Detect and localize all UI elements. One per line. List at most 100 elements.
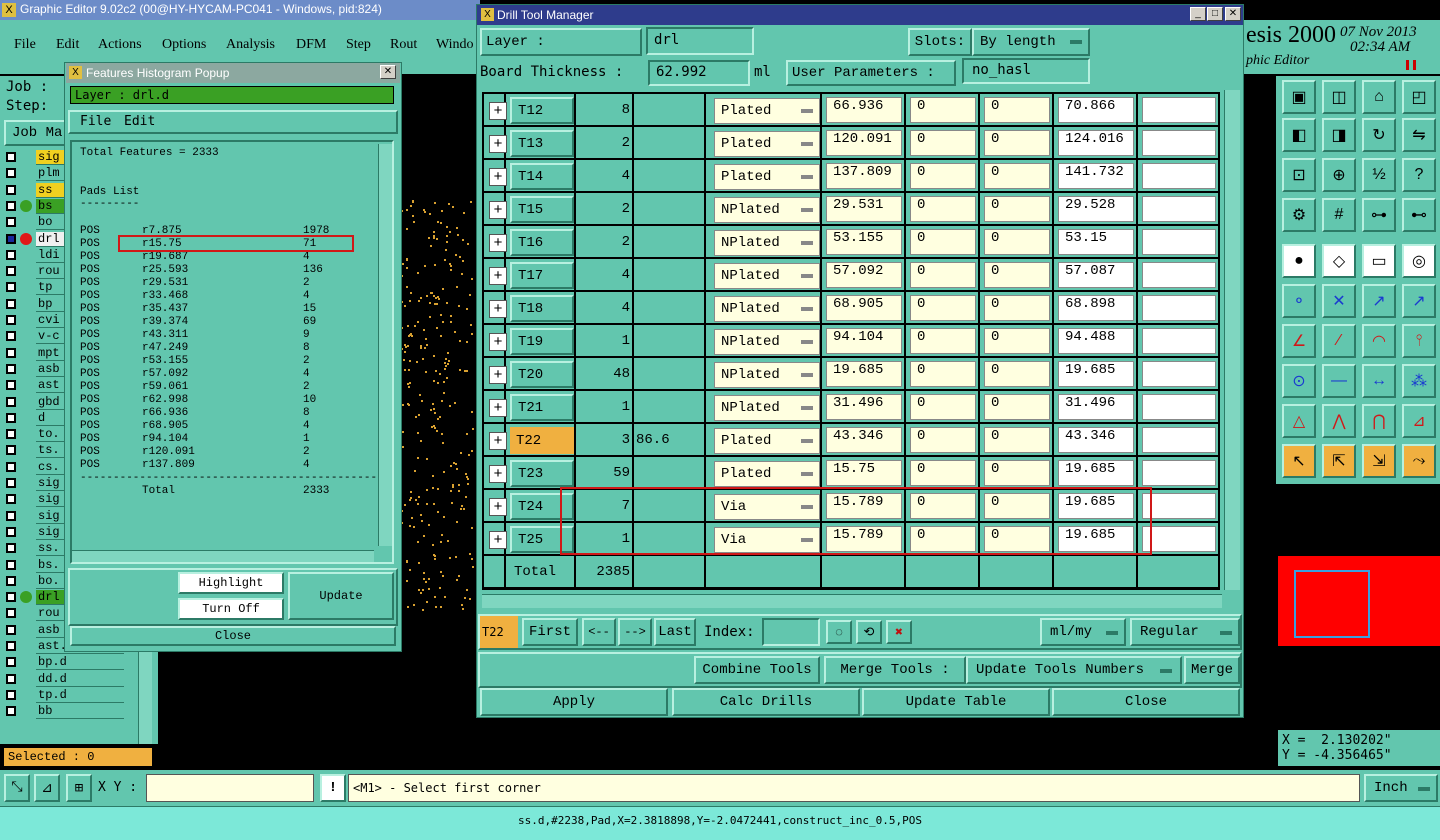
bit-field[interactable] [1142,163,1216,189]
layer-checkbox[interactable] [6,510,16,521]
arrow-diag-icon[interactable]: ↗ [1402,284,1436,318]
layer-checkbox[interactable] [6,657,16,668]
layer-row[interactable]: bb [6,704,124,720]
finish-size-field[interactable]: 15.75 [826,460,902,486]
layer-checkbox[interactable] [6,689,16,700]
finish-size-field[interactable]: 57.092 [826,262,902,288]
last-button[interactable]: Last [654,618,696,646]
drill-size-field[interactable]: 94.488 [1058,328,1134,354]
minus-tolerance-field[interactable]: 0 [984,196,1050,222]
menu-dfm[interactable]: DFM [296,37,326,53]
slots-dropdown[interactable]: By length [972,28,1090,56]
layer-checkbox[interactable] [6,526,16,537]
drill-size-field[interactable]: 31.496 [1058,394,1134,420]
minus-tolerance-field[interactable]: 0 [984,130,1050,156]
minus-tolerance-field[interactable]: 0 [984,229,1050,255]
expand-plus-icon[interactable]: + [489,102,507,120]
mode-dropdown[interactable]: Regular [1130,618,1240,646]
tool-button[interactable]: T17 [510,262,574,289]
circle-select-icon[interactable]: ◎ [1402,244,1436,278]
layer-checkbox[interactable] [6,315,16,325]
expand-plus-icon[interactable]: + [489,168,507,186]
bit-field[interactable] [1142,130,1216,156]
layer-checkbox[interactable] [6,363,16,374]
hole-type-dropdown[interactable]: NPlated [714,296,820,322]
finish-size-field[interactable]: 31.496 [826,394,902,420]
layer-checkbox[interactable] [6,347,16,358]
tool-button[interactable]: T20 [510,361,574,388]
hole-type-dropdown[interactable]: NPlated [714,395,820,421]
bulb-icon[interactable]: ◌ [826,620,852,644]
thickness-field[interactable]: 62.992 [648,60,750,86]
scale-1-2-icon[interactable]: ½ [1362,158,1396,192]
expand-plus-icon[interactable]: + [489,201,507,219]
zoom-icon[interactable]: ⊕ [1322,158,1356,192]
histogram-close-icon[interactable]: ✕ [380,65,396,79]
layer-checkbox[interactable] [6,249,16,260]
layer-checkbox[interactable] [6,608,16,619]
histogram-vscroll[interactable] [378,144,392,546]
expand-plus-icon[interactable]: + [489,531,507,549]
histogram-menu-edit[interactable]: Edit [124,114,155,129]
menu-actions[interactable]: Actions [98,37,142,53]
finish-size-field[interactable]: 29.531 [826,196,902,222]
bit-field[interactable] [1142,229,1216,255]
histogram-menu-file[interactable]: File [80,114,111,129]
layer-checkbox[interactable] [6,168,16,179]
bit-field[interactable] [1142,493,1216,519]
fit-icon[interactable]: ⊡ [1282,158,1316,192]
tool-button[interactable]: T14 [510,163,574,190]
prev-button[interactable]: <-- [582,618,616,646]
menu-step[interactable]: Step [346,37,371,53]
minus-tolerance-field[interactable]: 0 [984,460,1050,486]
node-icon[interactable]: ⊙ [1282,364,1316,398]
bit-field[interactable] [1142,394,1216,420]
bit-field[interactable] [1142,262,1216,288]
expand-plus-icon[interactable]: + [489,465,507,483]
combine-tools-button[interactable]: Combine Tools [694,656,820,684]
finish-size-field[interactable]: 120.091 [826,130,902,156]
finish-size-field[interactable]: 94.104 [826,328,902,354]
grid-icon[interactable]: # [1322,198,1356,232]
layer-checkbox[interactable] [6,266,16,277]
update-table-button[interactable]: Update Table [862,688,1050,716]
tool-button[interactable]: T16 [510,229,574,256]
histogram-update-button[interactable]: Update [288,572,394,620]
tool-button[interactable]: T23 [510,460,574,487]
drill-table-hscroll[interactable] [482,594,1222,608]
bit-field[interactable] [1142,526,1216,552]
layer-checkbox[interactable] [6,380,16,391]
histogram-title-bar[interactable]: Features Histogram Popup [66,63,400,83]
dimension-icon[interactable]: ↔ [1362,364,1396,398]
tool-button[interactable]: T21 [510,394,574,421]
minus-tolerance-field[interactable]: 0 [984,262,1050,288]
menu-file[interactable]: File [14,37,36,53]
plus-tolerance-field[interactable]: 0 [910,328,976,354]
hole-type-dropdown[interactable]: NPlated [714,230,820,256]
layer-checkbox[interactable] [6,331,16,342]
plus-tolerance-field[interactable]: 0 [910,196,976,222]
layer-checkbox[interactable] [6,575,16,586]
finish-size-field[interactable]: 68.905 [826,295,902,321]
minus-tolerance-field[interactable]: 0 [984,328,1050,354]
connect-icon[interactable]: ⚬ [1282,284,1316,318]
tool-button[interactable]: T18 [510,295,574,322]
layer-checkbox[interactable] [6,298,16,309]
resize-icon[interactable]: ⤡ [4,774,30,802]
layer-checkbox[interactable] [6,559,16,570]
layer-checkbox[interactable] [6,624,16,635]
menu-windo[interactable]: Windo [436,37,474,53]
minus-tolerance-field[interactable]: 0 [984,163,1050,189]
arc-icon[interactable]: ◠ [1362,324,1396,358]
drill-close-icon[interactable]: ✕ [1225,7,1241,21]
expand-plus-icon[interactable]: + [489,234,507,252]
histogram-hscroll[interactable] [72,550,374,562]
home-icon[interactable]: ⌂ [1362,80,1396,114]
pointer-box-icon[interactable]: ⇱ [1322,444,1356,478]
drill-size-field[interactable]: 124.016 [1058,130,1134,156]
hole-type-dropdown[interactable]: NPlated [714,197,820,223]
plus-tolerance-field[interactable]: 0 [910,97,976,123]
cluster-icon[interactable]: ⁂ [1402,364,1436,398]
finish-size-field[interactable]: 66.936 [826,97,902,123]
expand-plus-icon[interactable]: + [489,300,507,318]
